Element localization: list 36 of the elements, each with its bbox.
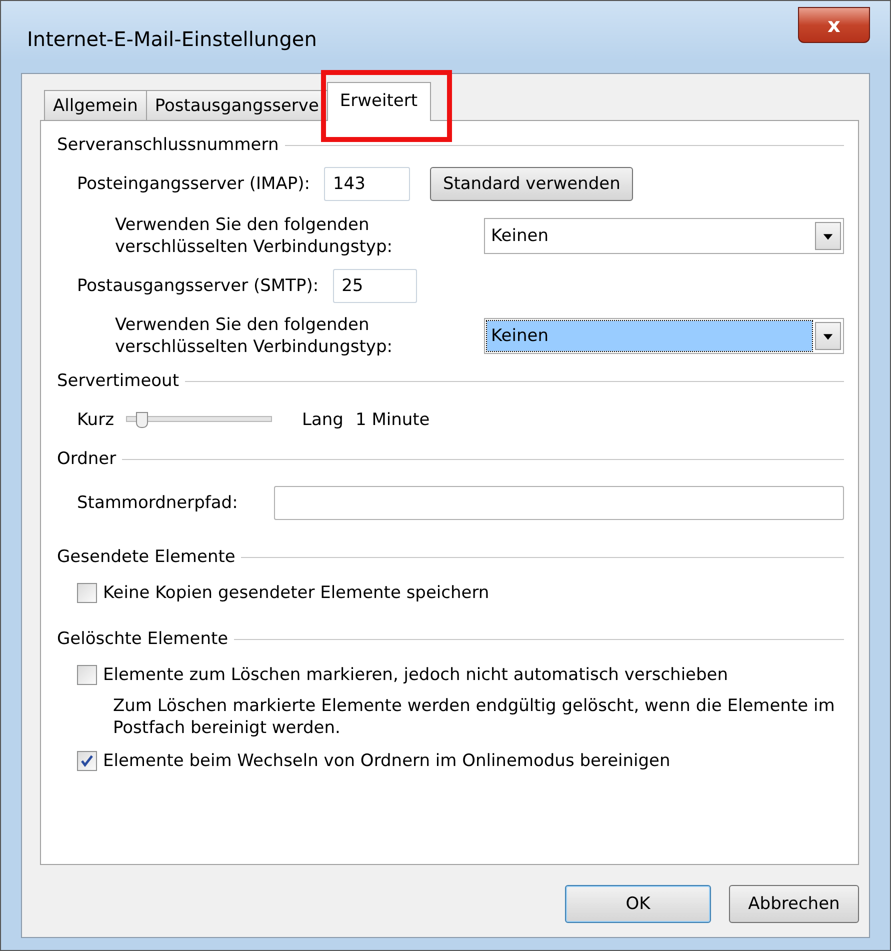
tab[interactable]: Allgemein — [44, 90, 147, 120]
close-button[interactable]: x — [798, 7, 870, 43]
timeout-slider[interactable] — [126, 411, 272, 429]
checkbox-label[interactable]: Elemente beim Wechseln von Ordnern im Onlinemodus bereinigen — [103, 751, 670, 771]
group-title: Gelöschte Elemente — [57, 629, 228, 649]
checkbox-label[interactable]: Elemente zum Löschen markieren, jedoch nicht automatisch verschieben — [103, 665, 728, 685]
field-label: Postausgangsserver (SMTP): — [77, 276, 319, 296]
field-label: Stammordnerpfad: — [77, 493, 238, 513]
group-title: Gesendete Elemente — [57, 547, 236, 567]
check-icon — [80, 754, 94, 768]
port-field[interactable]: 25 — [332, 269, 417, 303]
encryption-dropdown[interactable]: Keinen — [484, 218, 844, 254]
field-label: Verwenden Sie den folgenden verschlüsselten Verbindungstyp: — [115, 314, 394, 358]
slider-max-label: Lang — [302, 410, 344, 430]
field-label: Verwenden Sie den folgenden verschlüsselten Verbindungstyp: — [115, 214, 394, 258]
group-title: Servertimeout — [57, 371, 179, 391]
port-field[interactable]: 143 — [324, 167, 410, 201]
dialog-button[interactable]: Abbrechen — [729, 885, 859, 923]
checkbox[interactable] — [77, 583, 97, 603]
slider-min-label: Kurz — [77, 410, 114, 430]
group-title: Serveranschlussnummern — [57, 135, 279, 155]
checkbox[interactable] — [77, 665, 97, 685]
timeout-reading: 1 Minute — [355, 410, 430, 430]
option-note: Zum Löschen markierte Elemente werden endgültig gelöscht, wenn die Elemente im Postfach bereinigt werden. — [112, 695, 836, 739]
group-title: Ordner — [57, 449, 116, 469]
checkbox[interactable] — [77, 751, 97, 771]
dialog-button[interactable]: OK — [565, 885, 711, 923]
slider-thumb[interactable] — [136, 412, 148, 428]
tab[interactable]: Erweitert — [326, 82, 431, 121]
encryption-dropdown[interactable]: Keinen — [484, 318, 844, 354]
folder-path-field[interactable] — [274, 486, 844, 520]
field-label: Posteingangsserver (IMAP): — [77, 174, 310, 194]
checkbox-label[interactable]: Keine Kopien gesendeter Elemente speichern — [103, 583, 490, 603]
tab[interactable]: Postausgangsserve — [146, 90, 328, 120]
window-title: Internet-E-Mail-Einstellungen — [27, 27, 317, 51]
default-button[interactable]: Standard verwenden — [430, 167, 634, 201]
